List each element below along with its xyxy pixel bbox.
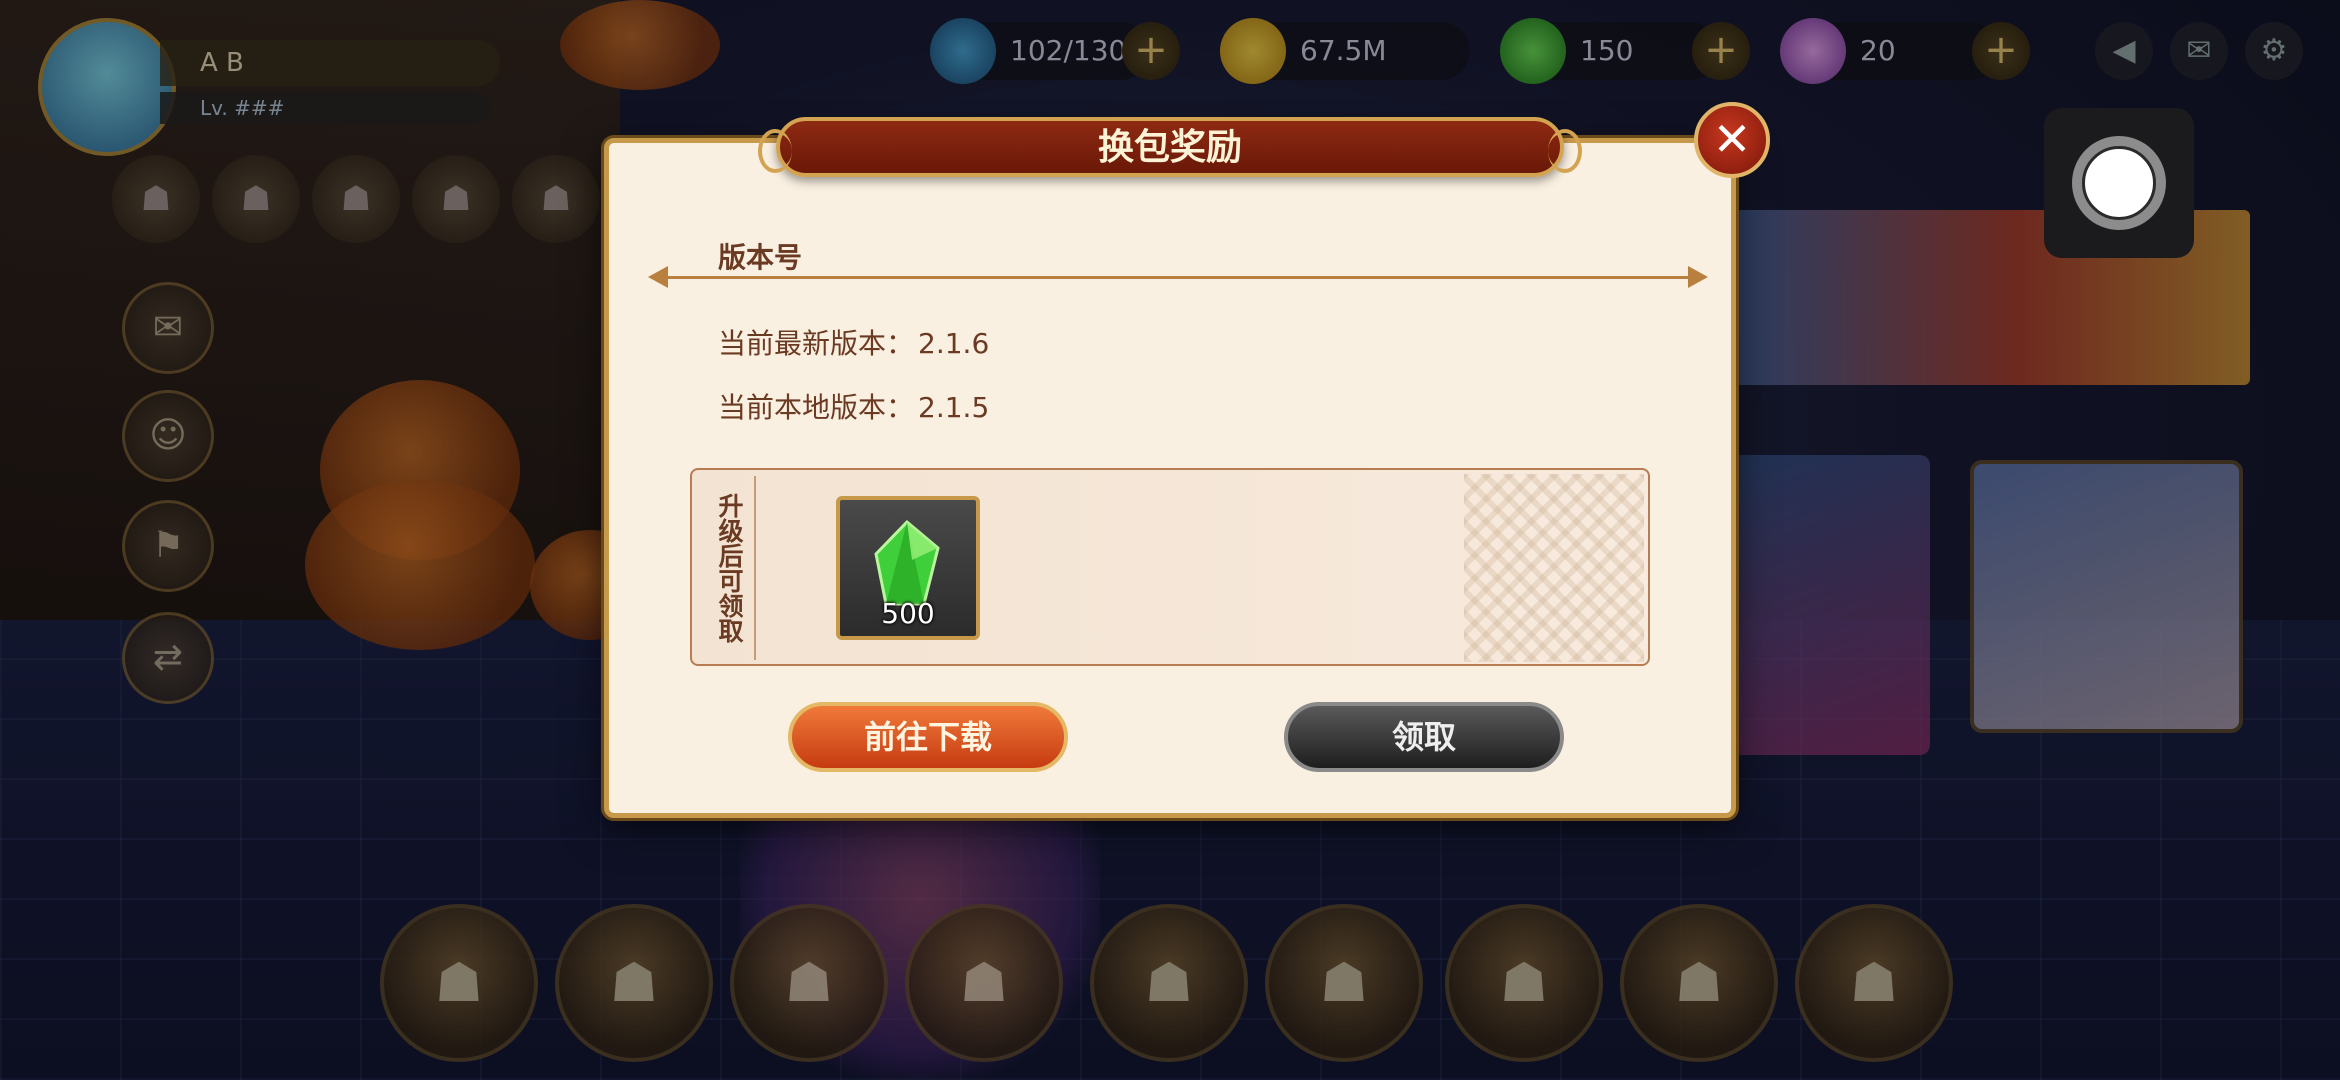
- screen-record-panel[interactable]: [2044, 108, 2194, 258]
- latest-version-label: 当前最新版本：: [718, 327, 915, 360]
- reward-condition-label: 升级后可领取: [704, 476, 756, 660]
- version-section-title: 版本号: [718, 241, 803, 274]
- green-gem-icon: [874, 520, 940, 606]
- dialog-title: 换包奖励: [758, 117, 1582, 177]
- divider-right-ornament: [1688, 266, 1708, 288]
- record-button-icon[interactable]: [2072, 136, 2166, 230]
- local-version-label: 当前本地版本：: [718, 391, 915, 424]
- close-button[interactable]: ✕: [1694, 102, 1770, 178]
- latest-version-row: 当前最新版本： 2.1.6: [718, 322, 989, 362]
- latest-version-value: 2.1.6: [918, 327, 990, 360]
- local-version-value: 2.1.5: [918, 391, 990, 424]
- reward-item-slot[interactable]: 500: [836, 496, 980, 640]
- reward-panel-pattern: [1464, 474, 1644, 662]
- claim-button[interactable]: 领取: [1284, 702, 1564, 772]
- download-button[interactable]: 前往下载: [788, 702, 1068, 772]
- record-button-inner: [2082, 146, 2156, 220]
- section-divider: [660, 276, 1690, 279]
- reward-panel: 升级后可领取: [690, 468, 1650, 666]
- reward-item-count: 500: [881, 597, 935, 630]
- local-version-row: 当前本地版本： 2.1.5: [718, 386, 989, 426]
